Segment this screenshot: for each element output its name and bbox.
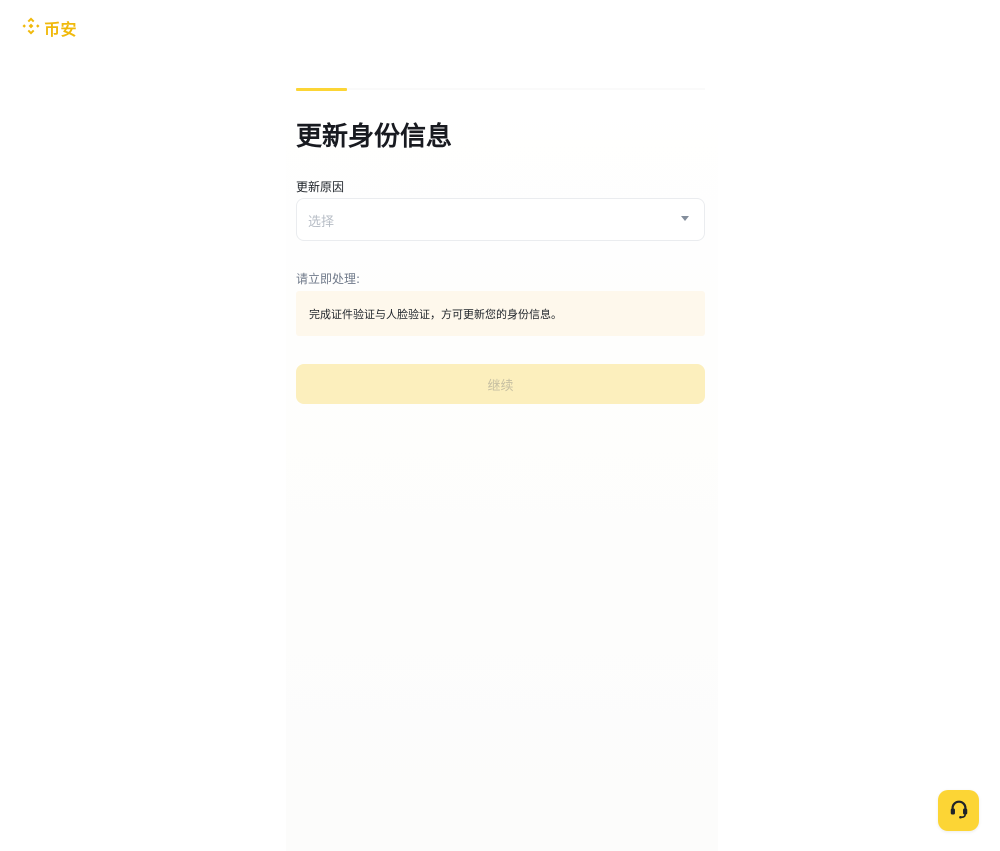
caret-down-icon (681, 216, 689, 221)
notice-text: 完成证件验证与人脸验证，方可更新您的身份信息。 (309, 308, 562, 321)
notice-box: 完成证件验证与人脸验证，方可更新您的身份信息。 (296, 291, 705, 336)
support-chat-button[interactable] (938, 790, 979, 831)
page-title: 更新身份信息 (296, 122, 453, 152)
headset-icon (948, 798, 970, 824)
reason-select[interactable]: 选择 (296, 198, 705, 241)
reason-select-placeholder: 选择 (308, 215, 335, 230)
brand-logo[interactable]: 币安 (21, 16, 77, 40)
step-progress-track (296, 88, 705, 90)
brand-name: 币安 (44, 20, 78, 39)
binance-diamond-icon (21, 16, 41, 40)
page: 币安 更新身份信息 更新原因 选择 请立即处理: 完成证件验证与人脸验证，方可更… (0, 0, 1000, 851)
step-progress-fill (296, 88, 347, 91)
notice-label: 请立即处理: (296, 272, 361, 286)
reason-field-label: 更新原因 (296, 180, 345, 194)
continue-button[interactable]: 继续 (296, 364, 705, 404)
